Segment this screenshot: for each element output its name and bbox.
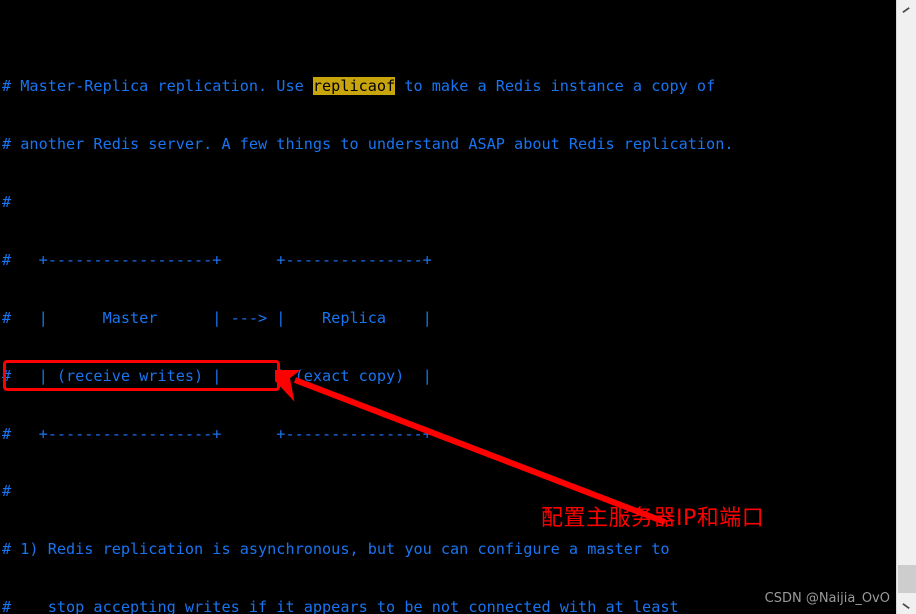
screenshot-root: # Master-Replica replication. Use replic… [0, 0, 916, 614]
scroll-down-button[interactable] [897, 596, 916, 614]
line-text: # +------------------+ +---------------+ [2, 250, 432, 269]
terminal-line: # | (receive writes) | | (exact copy) | [0, 367, 896, 386]
scroll-down-arrow-icon [902, 603, 910, 610]
watermark-label: CSDN @Naijia_OvO [764, 591, 890, 606]
terminal-line: # | Master | ---> | Replica | [0, 309, 896, 328]
terminal-line: # [0, 193, 896, 212]
line-text-after-match: to make a Redis instance a copy of [395, 77, 716, 96]
line-text-pre: # Master-Replica replication. Use replic… [2, 77, 716, 96]
line-text: # | (receive writes) | | (exact copy) | [2, 366, 432, 385]
terminal-line: # [0, 482, 896, 501]
terminal-line: # 1) Redis replication is asynchronous, … [0, 540, 896, 559]
terminal-line: # Master-Replica replication. Use replic… [0, 77, 896, 96]
scroll-up-button[interactable] [897, 0, 916, 18]
line-text: # 1) Redis replication is asynchronous, … [2, 540, 670, 559]
scroll-up-arrow-icon [902, 7, 910, 14]
line-text: # another Redis server. A few things to … [2, 135, 734, 154]
line-text: # [2, 482, 12, 501]
line-text: # [2, 192, 12, 211]
line-text: # | Master | ---> | Replica | [2, 308, 432, 327]
terminal-line: # stop accepting writes if it appears to… [0, 598, 896, 614]
line-text-before-match: # Master-Replica replication. Use [2, 77, 313, 96]
terminal-line: # +------------------+ +---------------+ [0, 425, 896, 444]
scrollbar-track[interactable] [897, 18, 916, 596]
line-text: # stop accepting writes if it appears to… [2, 598, 679, 614]
annotation-label: 配置主服务器IP和端口 [541, 506, 765, 531]
scrollbar-thumb[interactable] [898, 565, 916, 593]
search-match-highlight: replicaof [312, 77, 396, 96]
line-text: # +------------------+ +---------------+ [2, 424, 432, 443]
terminal-line: # +------------------+ +---------------+ [0, 251, 896, 270]
vertical-scrollbar[interactable] [896, 0, 916, 614]
terminal-line: # another Redis server. A few things to … [0, 135, 896, 154]
